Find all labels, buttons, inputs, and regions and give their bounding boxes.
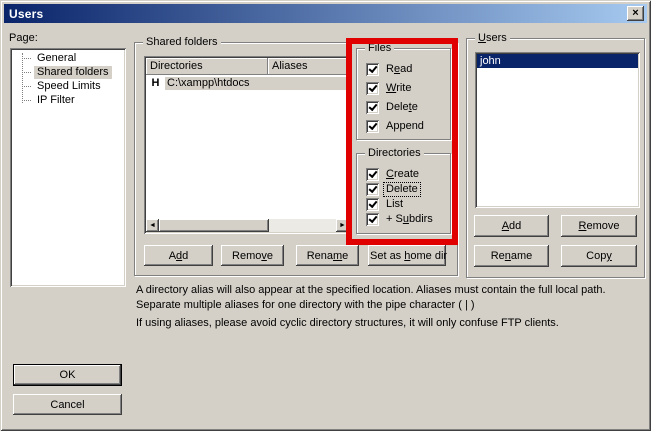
page-item-label: General	[34, 52, 79, 65]
directories-permissions-group: Directories Create Delete List + Subdirs	[356, 153, 451, 234]
user-copy-button[interactable]: Copy	[561, 245, 637, 267]
tree-branch-icon	[22, 86, 31, 87]
checkbox-checked-icon[interactable]	[366, 82, 379, 95]
checkbox-row-write[interactable]: Write	[366, 81, 448, 95]
shared-folders-group: Shared folders Directories Aliases H C:\…	[134, 42, 458, 276]
scrollbar-track[interactable]	[269, 219, 336, 232]
users-listbox[interactable]: john	[475, 52, 640, 208]
page-item-label: IP Filter	[34, 94, 78, 107]
checkbox-checked-icon[interactable]	[366, 213, 379, 226]
files-permissions-group: Files Read Write Delete Append	[356, 48, 451, 140]
tree-branch-icon	[22, 100, 31, 101]
files-group-label: Files	[365, 41, 394, 55]
listview-header: Directories Aliases	[146, 58, 349, 75]
users-dialog: Users × Page: General Shared folders Spe…	[0, 0, 651, 431]
scroll-right-icon[interactable]: ►	[336, 219, 349, 232]
write-checkbox-label: Write	[384, 82, 413, 95]
checkbox-row-append[interactable]: Append	[366, 119, 448, 133]
user-item-john[interactable]: john	[477, 54, 638, 68]
list-checkbox-label: List	[384, 198, 405, 211]
titlebar[interactable]: Users ×	[4, 4, 647, 23]
directory-path: C:\xampp\htdocs	[165, 77, 349, 90]
checkbox-row-list[interactable]: List	[366, 198, 448, 212]
help-text: A directory alias will also appear at th…	[136, 283, 644, 334]
tree-lines	[22, 53, 23, 103]
set-as-home-dir-button[interactable]: Set as home dir	[368, 245, 446, 266]
window-title: Users	[9, 7, 43, 21]
folder-remove-button[interactable]: Remove	[221, 245, 284, 266]
page-item-speed-limits[interactable]: Speed Limits	[12, 79, 124, 93]
delete-dir-checkbox-label: Delete	[384, 183, 420, 196]
tree-branch-icon	[22, 72, 31, 73]
directory-row[interactable]: H C:\xampp\htdocs	[146, 76, 349, 90]
shared-folders-group-label: Shared folders	[143, 35, 221, 49]
append-checkbox-label: Append	[384, 120, 426, 133]
cyclic-help-paragraph: If using aliases, please avoid cyclic di…	[136, 316, 644, 331]
alias-help-paragraph: A directory alias will also appear at th…	[136, 283, 644, 313]
column-header-directories[interactable]: Directories	[146, 58, 268, 75]
page-item-label: Speed Limits	[34, 80, 104, 93]
column-header-aliases[interactable]: Aliases	[268, 58, 349, 75]
scroll-left-icon[interactable]: ◄	[146, 219, 159, 232]
checkbox-row-delete-file[interactable]: Delete	[366, 100, 448, 114]
checkbox-checked-icon[interactable]	[366, 183, 379, 196]
page-item-general[interactable]: General	[12, 51, 124, 65]
home-marker: H	[146, 77, 165, 89]
horizontal-scrollbar[interactable]: ◄ ►	[146, 219, 349, 232]
page-list[interactable]: General Shared folders Speed Limits IP F…	[10, 48, 126, 287]
checkbox-checked-icon[interactable]	[366, 120, 379, 133]
ok-button[interactable]: OK	[13, 364, 122, 386]
page-item-ip-filter[interactable]: IP Filter	[12, 93, 124, 107]
tree-branch-icon	[22, 58, 31, 59]
read-checkbox-label: Read	[384, 63, 414, 76]
user-remove-button[interactable]: Remove	[561, 215, 637, 237]
checkbox-row-delete-dir[interactable]: Delete	[366, 182, 448, 196]
delete-file-checkbox-label: Delete	[384, 101, 420, 114]
checkbox-checked-icon[interactable]	[366, 63, 379, 76]
directories-group-label: Directories	[365, 146, 424, 160]
folder-rename-button[interactable]: Rename	[296, 245, 359, 266]
users-group-label: Users	[475, 31, 510, 45]
page-label: Page:	[9, 32, 38, 44]
checkbox-row-create[interactable]: Create	[366, 167, 448, 181]
checkbox-checked-icon[interactable]	[366, 198, 379, 211]
checkbox-checked-icon[interactable]	[366, 101, 379, 114]
create-checkbox-label: Create	[384, 168, 421, 181]
checkbox-row-read[interactable]: Read	[366, 62, 448, 76]
folder-add-button[interactable]: Add	[144, 245, 213, 266]
cancel-button[interactable]: Cancel	[13, 394, 122, 415]
user-add-button[interactable]: Add	[474, 215, 549, 237]
directories-listview[interactable]: Directories Aliases H C:\xampp\htdocs ◄ …	[144, 56, 351, 234]
page-item-label: Shared folders	[34, 66, 112, 79]
page-item-shared-folders[interactable]: Shared folders	[12, 65, 124, 79]
checkbox-checked-icon[interactable]	[366, 168, 379, 181]
users-group: Users john Add Remove Rename Copy	[466, 38, 645, 278]
subdirs-checkbox-label: + Subdirs	[384, 213, 435, 226]
close-icon[interactable]: ×	[627, 6, 644, 21]
scrollbar-thumb[interactable]	[159, 219, 269, 232]
user-rename-button[interactable]: Rename	[474, 245, 549, 267]
checkbox-row-subdirs[interactable]: + Subdirs	[366, 213, 448, 227]
